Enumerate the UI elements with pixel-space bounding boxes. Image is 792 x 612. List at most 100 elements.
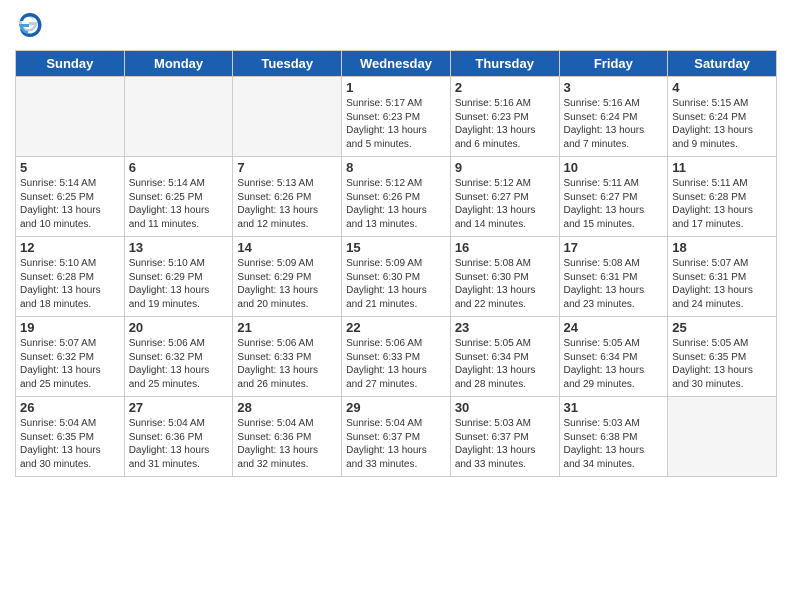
calendar-table: SundayMondayTuesdayWednesdayThursdayFrid… — [15, 50, 777, 477]
calendar-day: 19Sunrise: 5:07 AM Sunset: 6:32 PM Dayli… — [16, 317, 125, 397]
day-info: Sunrise: 5:03 AM Sunset: 6:38 PM Dayligh… — [564, 417, 664, 471]
day-info: Sunrise: 5:06 AM Sunset: 6:33 PM Dayligh… — [346, 337, 446, 391]
day-info: Sunrise: 5:16 AM Sunset: 6:24 PM Dayligh… — [564, 97, 664, 151]
page-container: SundayMondayTuesdayWednesdayThursdayFrid… — [0, 0, 792, 487]
calendar-day: 23 Sunrise: 5:05 AM Sunset: 6:34 PM Dayli… — [450, 317, 559, 397]
header-row: SundayMondayTuesdayWednesdayThursdayFrid… — [16, 51, 777, 77]
day-info: Sunrise: 5:08 AM Sunset: 6:30 PM Dayligh… — [455, 257, 555, 311]
day-number: 14 — [237, 240, 337, 255]
day-info: Sunrise: 5:06 AM Sunset: 6:32 PM Dayligh… — [129, 337, 229, 391]
calendar-day: 4 Sunrise: 5:15 AM Sunset: 6:24 PM Daylig… — [668, 77, 777, 157]
calendar-day: 21 Sunrise: 5:06 AM Sunset: 6:33 PM Dayli… — [233, 317, 342, 397]
day-number: 20 — [129, 320, 229, 335]
day-number: 25 — [672, 320, 772, 335]
calendar-day: 2 Sunrise: 5:16 AM Sunset: 6:23 PM Daylig… — [450, 77, 559, 157]
day-number: 28 — [237, 400, 337, 415]
day-info: Sunrise: 5:07 AM Sunset: 6:31 PM Dayligh… — [672, 257, 772, 311]
calendar-day: 25 Sunrise: 5:05 AM Sunset: 6:35 PM Dayli… — [668, 317, 777, 397]
calendar-day: 6 Sunrise: 5:14 AM Sunset: 6:25 PM Daylig… — [124, 157, 233, 237]
day-info: Sunrise: 5:04 AM Sunset: 6:36 PM Dayligh… — [237, 417, 337, 471]
calendar-day: 31 Sunrise: 5:03 AM Sunset: 6:38 PM Dayli… — [559, 397, 668, 477]
day-info: Sunrise: 5:13 AM Sunset: 6:26 PM Dayligh… — [237, 177, 337, 231]
day-number: 1 — [346, 80, 446, 95]
calendar-day: 14 Sunrise: 5:09 AM Sunset: 6:29 PM Dayli… — [233, 237, 342, 317]
day-number: 12 — [20, 240, 120, 255]
day-header: Saturday — [668, 51, 777, 77]
day-info: Sunrise: 5:12 AM Sunset: 6:26 PM Dayligh… — [346, 177, 446, 231]
day-number: 8 — [346, 160, 446, 175]
day-info: Sunrise: 5:04 AM Sunset: 6:35 PM Dayligh… — [20, 417, 120, 471]
day-info: Sunrise: 5:16 AM Sunset: 6:23 PM Dayligh… — [455, 97, 555, 151]
calendar-day: 9 Sunrise: 5:12 AM Sunset: 6:27 PM Daylig… — [450, 157, 559, 237]
calendar-week: 5 Sunrise: 5:14 AM Sunset: 6:25 PM Daylig… — [16, 157, 777, 237]
day-info: Sunrise: 5:14 AM Sunset: 6:25 PM Dayligh… — [129, 177, 229, 231]
calendar-day: 18 Sunrise: 5:07 AM Sunset: 6:31 PM Dayli… — [668, 237, 777, 317]
day-number: 15 — [346, 240, 446, 255]
header — [15, 10, 777, 40]
day-number: 27 — [129, 400, 229, 415]
calendar-day: 15 Sunrise: 5:09 AM Sunset: 6:30 PM Dayli… — [342, 237, 451, 317]
day-number: 18 — [672, 240, 772, 255]
day-info: Sunrise: 5:04 AM Sunset: 6:36 PM Dayligh… — [129, 417, 229, 471]
calendar-day: 3 Sunrise: 5:16 AM Sunset: 6:24 PM Daylig… — [559, 77, 668, 157]
calendar-day — [16, 77, 125, 157]
day-info: Sunrise: 5:09 AM Sunset: 6:29 PM Dayligh… — [237, 257, 337, 311]
day-number: 31 — [564, 400, 664, 415]
day-number: 30 — [455, 400, 555, 415]
day-number: 23 — [455, 320, 555, 335]
day-info: Sunrise: 5:05 AM Sunset: 6:35 PM Dayligh… — [672, 337, 772, 391]
day-header: Tuesday — [233, 51, 342, 77]
day-number: 7 — [237, 160, 337, 175]
calendar-day: 7 Sunrise: 5:13 AM Sunset: 6:26 PM Daylig… — [233, 157, 342, 237]
calendar-day: 27 Sunrise: 5:04 AM Sunset: 6:36 PM Dayli… — [124, 397, 233, 477]
calendar-week: 19Sunrise: 5:07 AM Sunset: 6:32 PM Dayli… — [16, 317, 777, 397]
day-number: 2 — [455, 80, 555, 95]
day-info: Sunrise: 5:12 AM Sunset: 6:27 PM Dayligh… — [455, 177, 555, 231]
calendar-day: 8 Sunrise: 5:12 AM Sunset: 6:26 PM Daylig… — [342, 157, 451, 237]
calendar-day: 1Sunrise: 5:17 AM Sunset: 6:23 PM Daylig… — [342, 77, 451, 157]
day-number: 11 — [672, 160, 772, 175]
day-info: Sunrise: 5:04 AM Sunset: 6:37 PM Dayligh… — [346, 417, 446, 471]
day-number: 22 — [346, 320, 446, 335]
day-header: Wednesday — [342, 51, 451, 77]
day-info: Sunrise: 5:15 AM Sunset: 6:24 PM Dayligh… — [672, 97, 772, 151]
day-info: Sunrise: 5:10 AM Sunset: 6:28 PM Dayligh… — [20, 257, 120, 311]
day-header: Sunday — [16, 51, 125, 77]
day-info: Sunrise: 5:11 AM Sunset: 6:27 PM Dayligh… — [564, 177, 664, 231]
calendar-day — [233, 77, 342, 157]
calendar-week: 1Sunrise: 5:17 AM Sunset: 6:23 PM Daylig… — [16, 77, 777, 157]
calendar-day: 20 Sunrise: 5:06 AM Sunset: 6:32 PM Dayli… — [124, 317, 233, 397]
day-number: 3 — [564, 80, 664, 95]
day-info: Sunrise: 5:11 AM Sunset: 6:28 PM Dayligh… — [672, 177, 772, 231]
day-info: Sunrise: 5:14 AM Sunset: 6:25 PM Dayligh… — [20, 177, 120, 231]
calendar-day: 24 Sunrise: 5:05 AM Sunset: 6:34 PM Dayli… — [559, 317, 668, 397]
day-number: 13 — [129, 240, 229, 255]
day-header: Thursday — [450, 51, 559, 77]
day-number: 5 — [20, 160, 120, 175]
day-number: 6 — [129, 160, 229, 175]
day-number: 24 — [564, 320, 664, 335]
calendar-day: 30 Sunrise: 5:03 AM Sunset: 6:37 PM Dayli… — [450, 397, 559, 477]
day-info: Sunrise: 5:05 AM Sunset: 6:34 PM Dayligh… — [564, 337, 664, 391]
day-number: 4 — [672, 80, 772, 95]
day-number: 21 — [237, 320, 337, 335]
logo-icon — [15, 10, 45, 40]
calendar-day: 22 Sunrise: 5:06 AM Sunset: 6:33 PM Dayli… — [342, 317, 451, 397]
calendar-week: 12 Sunrise: 5:10 AM Sunset: 6:28 PM Dayli… — [16, 237, 777, 317]
day-number: 29 — [346, 400, 446, 415]
calendar-day: 28 Sunrise: 5:04 AM Sunset: 6:36 PM Dayli… — [233, 397, 342, 477]
day-info: Sunrise: 5:03 AM Sunset: 6:37 PM Dayligh… — [455, 417, 555, 471]
day-info: Sunrise: 5:06 AM Sunset: 6:33 PM Dayligh… — [237, 337, 337, 391]
day-info: Sunrise: 5:08 AM Sunset: 6:31 PM Dayligh… — [564, 257, 664, 311]
day-number: 10 — [564, 160, 664, 175]
calendar-day: 13 Sunrise: 5:10 AM Sunset: 6:29 PM Dayli… — [124, 237, 233, 317]
day-number: 16 — [455, 240, 555, 255]
day-info: Sunrise: 5:10 AM Sunset: 6:29 PM Dayligh… — [129, 257, 229, 311]
calendar-day: 16 Sunrise: 5:08 AM Sunset: 6:30 PM Dayli… — [450, 237, 559, 317]
day-header: Monday — [124, 51, 233, 77]
day-info: Sunrise: 5:05 AM Sunset: 6:34 PM Dayligh… — [455, 337, 555, 391]
day-info: Sunrise: 5:07 AM Sunset: 6:32 PM Dayligh… — [20, 337, 120, 391]
calendar-week: 26Sunrise: 5:04 AM Sunset: 6:35 PM Dayli… — [16, 397, 777, 477]
day-info: Sunrise: 5:09 AM Sunset: 6:30 PM Dayligh… — [346, 257, 446, 311]
day-number: 9 — [455, 160, 555, 175]
